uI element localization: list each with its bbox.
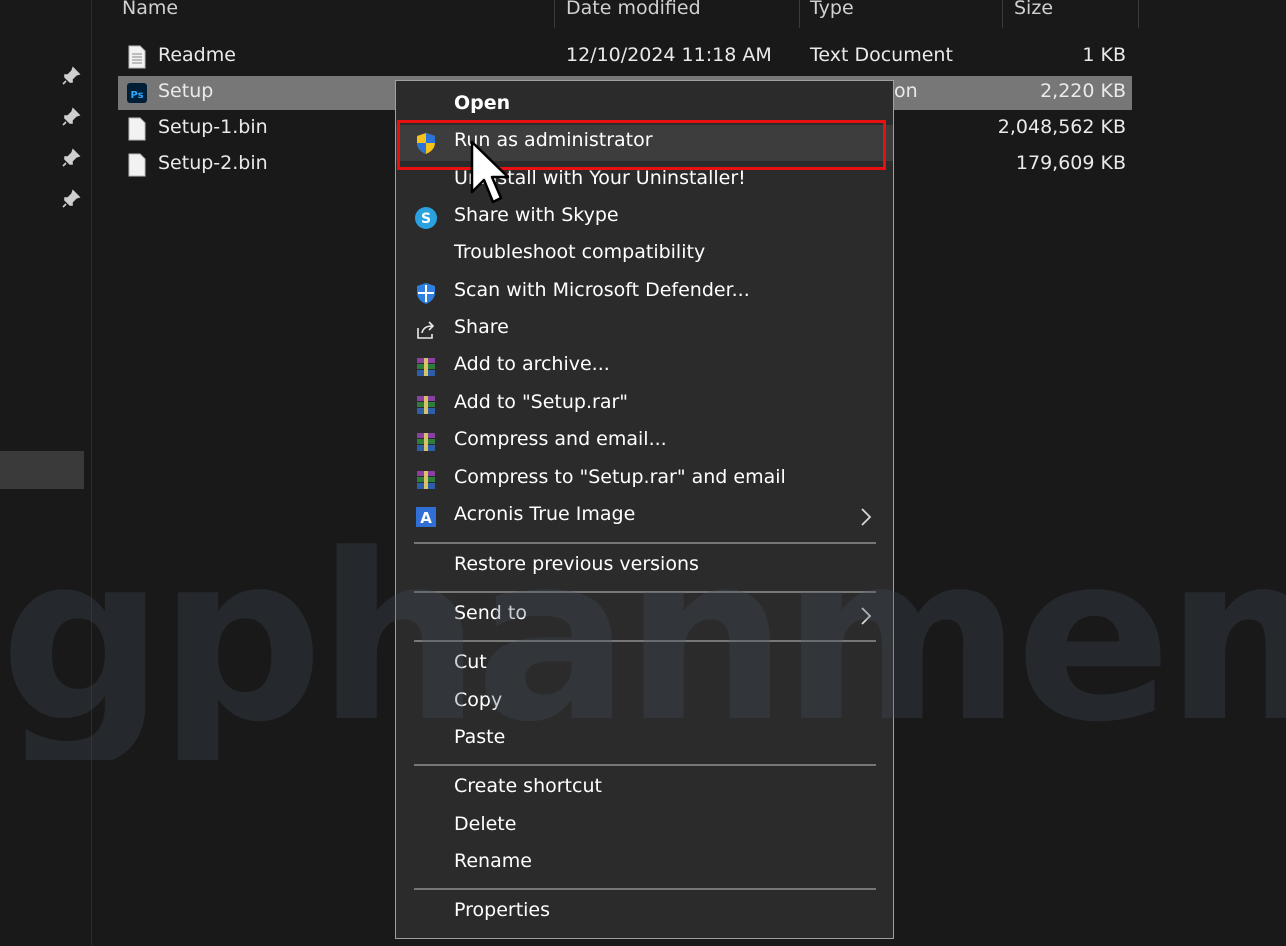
file-size: 1 KB <box>1082 44 1126 66</box>
menu-separator <box>414 640 876 642</box>
menu-item-rename[interactable]: Rename <box>396 846 893 882</box>
chevron-right-icon <box>861 607 872 625</box>
menu-item-delete[interactable]: Delete <box>396 809 893 845</box>
column-header-date[interactable]: Date modified <box>566 0 701 19</box>
menu-item-paste[interactable]: Paste <box>396 722 893 758</box>
svg-text:S: S <box>421 211 431 227</box>
menu-item-label: Add to "Setup.rar" <box>454 391 629 413</box>
menu-item-label: Troubleshoot compatibility <box>454 241 706 263</box>
column-header-type[interactable]: Type <box>810 0 854 19</box>
menu-item-share[interactable]: Share <box>396 312 893 348</box>
menu-item-acronis[interactable]: A Acronis True Image <box>396 499 893 535</box>
menu-item-label: Compress to "Setup.rar" and email <box>454 466 786 488</box>
file-size: 2,048,562 KB <box>997 116 1126 138</box>
photoshop-icon: Ps <box>127 83 147 103</box>
menu-item-label: Share <box>454 316 509 338</box>
menu-item-defender[interactable]: Scan with Microsoft Defender... <box>396 275 893 311</box>
menu-separator <box>414 764 876 766</box>
file-name: Setup-1.bin <box>158 116 268 138</box>
text-file-icon <box>128 45 146 69</box>
winrar-icon <box>417 358 435 376</box>
file-icon <box>128 153 146 177</box>
menu-item-label: Send to <box>454 602 527 624</box>
file-icon <box>128 117 146 141</box>
pin-icon[interactable] <box>60 188 82 210</box>
menu-separator <box>414 542 876 544</box>
menu-item-copy[interactable]: Copy <box>396 685 893 721</box>
file-type: on <box>894 80 918 102</box>
skype-icon: S <box>415 207 437 229</box>
menu-item-restore[interactable]: Restore previous versions <box>396 549 893 585</box>
mouse-cursor-icon <box>470 140 510 204</box>
pin-icon[interactable] <box>60 65 82 87</box>
pin-icon[interactable] <box>60 147 82 169</box>
menu-item-label: Open <box>454 92 511 114</box>
menu-item-open[interactable]: Open <box>396 88 893 124</box>
column-header-name[interactable]: Name <box>122 0 178 19</box>
file-date: 12/10/2024 11:18 AM <box>566 44 772 66</box>
menu-item-compress-email[interactable]: Compress and email... <box>396 424 893 460</box>
menu-item-create-shortcut[interactable]: Create shortcut <box>396 771 893 807</box>
menu-item-add-archive[interactable]: Add to archive... <box>396 349 893 385</box>
svg-text:A: A <box>420 509 432 527</box>
menu-item-label: Rename <box>454 850 532 872</box>
menu-item-send-to[interactable]: Send to <box>396 598 893 634</box>
menu-item-label: Copy <box>454 689 503 711</box>
menu-item-label: Properties <box>454 899 551 921</box>
column-header-bar: Name Date modified Type Size <box>92 0 1286 28</box>
file-name: Setup <box>158 80 214 102</box>
column-divider[interactable] <box>799 0 800 28</box>
share-icon <box>417 321 435 339</box>
navigation-pane <box>0 0 92 946</box>
file-size: 2,220 KB <box>1040 80 1126 102</box>
file-name: Readme <box>158 44 236 66</box>
file-size: 179,609 KB <box>1015 152 1126 174</box>
defender-shield-icon <box>417 283 435 304</box>
nav-selected-item[interactable] <box>0 451 84 489</box>
acronis-icon: A <box>416 507 436 527</box>
menu-item-label: Create shortcut <box>454 775 602 797</box>
pin-icon[interactable] <box>60 106 82 128</box>
menu-separator <box>414 888 876 890</box>
svg-text:Ps: Ps <box>130 90 143 101</box>
winrar-icon <box>417 396 435 414</box>
menu-item-label: Cut <box>454 651 487 673</box>
chevron-right-icon <box>861 508 872 526</box>
column-divider[interactable] <box>1002 0 1003 28</box>
winrar-icon <box>417 433 435 451</box>
menu-item-label: Scan with Microsoft Defender... <box>454 279 750 301</box>
menu-item-cut[interactable]: Cut <box>396 647 893 683</box>
file-name: Setup-2.bin <box>158 152 268 174</box>
menu-item-properties[interactable]: Properties <box>396 895 893 931</box>
column-divider[interactable] <box>1138 0 1139 28</box>
menu-item-add-rar[interactable]: Add to "Setup.rar" <box>396 387 893 423</box>
menu-item-label: Acronis True Image <box>454 503 636 525</box>
file-row[interactable]: Readme 12/10/2024 11:18 AM Text Document… <box>118 40 1132 74</box>
menu-item-label: Add to archive... <box>454 353 610 375</box>
menu-item-label: Restore previous versions <box>454 553 699 575</box>
menu-item-label: Compress and email... <box>454 428 667 450</box>
menu-item-compress-rar-email[interactable]: Compress to "Setup.rar" and email <box>396 462 893 498</box>
menu-item-label: Paste <box>454 726 506 748</box>
column-divider[interactable] <box>554 0 555 28</box>
column-header-size[interactable]: Size <box>1014 0 1053 19</box>
winrar-icon <box>417 471 435 489</box>
menu-item-label: Delete <box>454 813 517 835</box>
menu-item-troubleshoot[interactable]: Troubleshoot compatibility <box>396 237 893 273</box>
menu-separator <box>414 591 876 593</box>
